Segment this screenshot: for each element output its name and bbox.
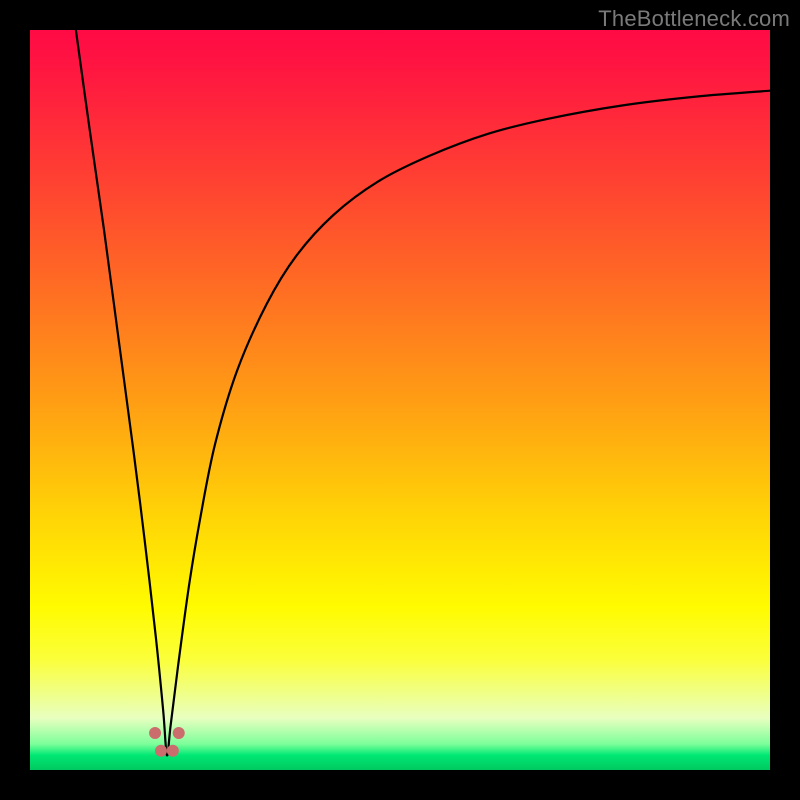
cusp-dot	[155, 745, 167, 757]
cusp-dot	[173, 727, 185, 739]
curve-layer	[30, 30, 770, 770]
cusp-dot	[149, 727, 161, 739]
chart-frame: TheBottleneck.com	[0, 0, 800, 800]
cusp-dot	[167, 745, 179, 757]
bottleneck-curve	[76, 30, 770, 755]
watermark-text: TheBottleneck.com	[598, 6, 790, 32]
plot-area	[30, 30, 770, 770]
